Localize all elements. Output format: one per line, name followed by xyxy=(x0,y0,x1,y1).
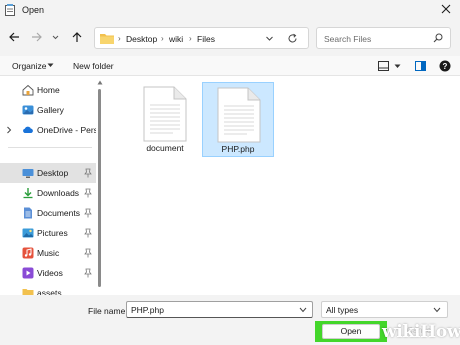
search-icon[interactable] xyxy=(433,33,443,43)
window-title: Open xyxy=(22,5,45,15)
sidebar-item-videos[interactable]: Videos xyxy=(0,263,96,283)
expand-chevron-icon[interactable] xyxy=(6,126,12,134)
back-arrow-icon[interactable] xyxy=(7,30,21,44)
php-file-icon xyxy=(217,87,261,143)
watermark-wiki: wiki xyxy=(382,322,421,342)
up-arrow-icon[interactable] xyxy=(70,30,84,44)
file-type-select[interactable]: All types xyxy=(321,301,448,318)
svg-text:?: ? xyxy=(443,62,448,71)
folder-icon xyxy=(100,34,114,44)
search-box[interactable]: Search Files xyxy=(316,27,451,49)
folder-icon xyxy=(22,289,34,295)
close-icon[interactable] xyxy=(440,3,452,15)
chevron-down-icon[interactable] xyxy=(433,307,441,313)
home-icon xyxy=(22,84,34,96)
breadcrumb-wiki[interactable]: wiki xyxy=(169,34,183,44)
sidebar-item-music[interactable]: Music xyxy=(0,243,96,263)
sidebar-item-downloads[interactable]: Downloads xyxy=(0,183,96,203)
wikihow-watermark: wikiHow xyxy=(382,322,460,342)
sidebar-item-label: Pictures xyxy=(37,228,68,238)
sidebar-divider xyxy=(8,147,92,148)
file-name-value: PHP.php xyxy=(131,305,164,315)
downloads-icon xyxy=(23,188,33,199)
file-item-document[interactable]: document xyxy=(129,82,201,157)
documents-icon xyxy=(24,207,32,219)
scrollbar-thumb[interactable] xyxy=(98,89,101,287)
sidebar-item-gallery[interactable]: Gallery xyxy=(0,100,96,120)
breadcrumb-files[interactable]: Files xyxy=(197,34,215,44)
onedrive-icon xyxy=(23,126,33,133)
open-button[interactable]: Open xyxy=(322,324,380,339)
sidebar-item-label: Music xyxy=(37,248,60,258)
sidebar-item-label: OneDrive - Perso xyxy=(37,125,96,135)
breadcrumb-separator-icon: › xyxy=(118,34,121,43)
sidebar-item-assets[interactable]: assets xyxy=(0,283,96,295)
pin-icon xyxy=(84,228,92,238)
desktop-icon xyxy=(22,169,34,178)
pin-icon xyxy=(84,268,92,278)
sidebar-item-home[interactable]: Home xyxy=(0,80,96,100)
new-folder-button[interactable]: New folder xyxy=(73,61,114,71)
watermark-how: How xyxy=(420,322,460,342)
pictures-icon xyxy=(22,228,34,238)
help-icon[interactable]: ? xyxy=(439,60,451,72)
sidebar-item-label: assets xyxy=(37,288,62,295)
preview-pane-icon[interactable] xyxy=(415,61,426,71)
search-placeholder: Search Files xyxy=(324,34,372,44)
breadcrumb-separator-icon: › xyxy=(161,34,164,43)
view-options-icon[interactable] xyxy=(378,61,389,71)
videos-icon xyxy=(22,267,34,279)
sidebar-item-onedrive[interactable]: OneDrive - Perso xyxy=(0,120,96,140)
sidebar-item-label: Gallery xyxy=(37,105,64,115)
sidebar-item-label: Downloads xyxy=(37,188,80,198)
pin-icon xyxy=(84,168,92,178)
dialog-footer: File name: PHP.php All types Open Cancel… xyxy=(0,295,460,345)
document-file-icon xyxy=(143,86,187,142)
breadcrumb-separator-icon: › xyxy=(189,34,192,43)
file-list: document PHP.php xyxy=(104,77,460,295)
notepad-app-icon xyxy=(5,4,15,16)
sidebar-item-label: Documents xyxy=(37,208,80,218)
file-item-php[interactable]: PHP.php xyxy=(202,82,274,157)
file-name: document xyxy=(146,143,184,153)
sidebar-scrollbar[interactable] xyxy=(96,77,104,295)
pin-icon xyxy=(84,188,92,198)
sidebar-item-desktop[interactable]: Desktop xyxy=(0,163,96,183)
title-bar: Open xyxy=(0,0,460,20)
breadcrumb-desktop[interactable]: Desktop xyxy=(126,34,157,44)
organize-button[interactable]: Organize xyxy=(12,61,47,71)
music-icon xyxy=(22,247,34,259)
pin-icon xyxy=(84,248,92,258)
file-name: PHP.php xyxy=(221,144,255,154)
sidebar-item-documents[interactable]: Documents xyxy=(0,203,96,223)
file-name-label: File name: xyxy=(88,306,128,316)
chevron-down-icon[interactable] xyxy=(299,307,307,313)
address-dropdown-chevron-icon[interactable] xyxy=(265,34,274,43)
sidebar-item-label: Home xyxy=(37,85,60,95)
address-bar[interactable]: › Desktop › wiki › Files xyxy=(94,27,309,49)
navigation-pane: Home Gallery OneDrive - Perso Desktop xyxy=(0,77,96,295)
forward-arrow-icon[interactable] xyxy=(30,30,44,44)
organize-caret-icon[interactable] xyxy=(47,63,54,68)
navigation-bar: › Desktop › wiki › Files Search Files xyxy=(0,20,460,56)
scroll-up-arrow-icon[interactable] xyxy=(97,80,103,85)
refresh-icon[interactable] xyxy=(287,33,298,44)
file-type-value: All types xyxy=(326,305,359,315)
view-caret-icon[interactable] xyxy=(394,64,401,69)
command-bar: Organize New folder ? xyxy=(0,56,460,76)
sidebar-item-pictures[interactable]: Pictures xyxy=(0,223,96,243)
file-name-field[interactable]: PHP.php xyxy=(126,301,313,318)
sidebar-item-label: Videos xyxy=(37,268,63,278)
pin-icon xyxy=(84,208,92,218)
sidebar-item-label: Desktop xyxy=(37,168,69,178)
gallery-icon xyxy=(22,105,34,115)
recent-locations-chevron-icon[interactable] xyxy=(51,30,60,44)
